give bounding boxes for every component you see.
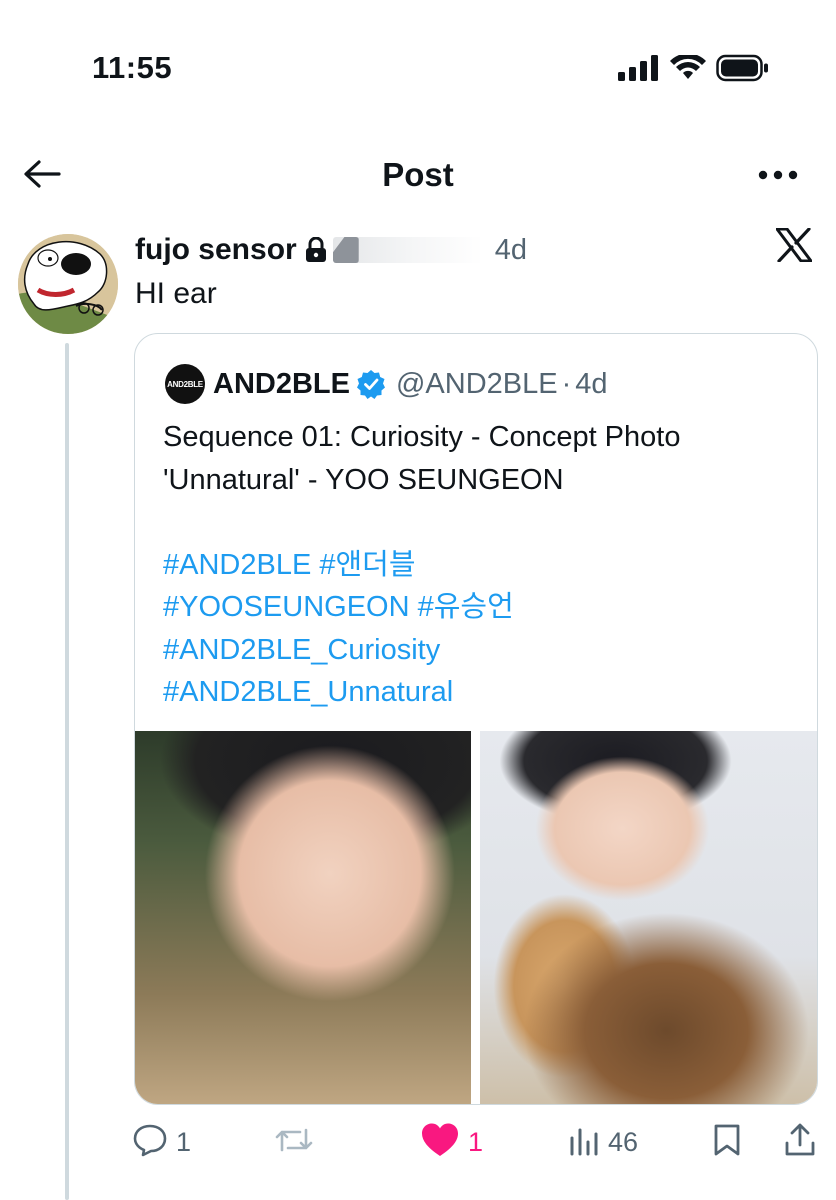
avatar[interactable]	[18, 234, 118, 334]
views-button[interactable]: 46	[568, 1120, 638, 1164]
signal-icon	[618, 55, 660, 81]
quoted-post[interactable]: AND2BLE AND2BLE @AND2BLE · 4d Sequence 0…	[134, 333, 818, 1105]
more-horizontal-icon	[758, 167, 798, 185]
post-time[interactable]: 4d	[495, 234, 527, 267]
status-icons	[618, 53, 770, 83]
hashtag-line: #AND2BLE_Unnatural	[163, 671, 803, 714]
like-count: 1	[468, 1126, 484, 1157]
reply-icon	[132, 1123, 168, 1162]
photo-2[interactable]	[480, 731, 817, 1104]
bookmark-icon	[712, 1123, 742, 1162]
media-grid	[135, 731, 817, 1104]
quoted-text: Sequence 01: Curiosity - Concept Photo '…	[163, 416, 803, 714]
hashtag-link[interactable]: #유승언	[418, 591, 514, 623]
verified-badge-icon	[356, 369, 386, 399]
hashtag-link[interactable]: #YOOSEUNGEON	[163, 591, 410, 623]
views-chart-icon	[568, 1124, 600, 1161]
like-button[interactable]: 1	[420, 1120, 483, 1164]
wifi-icon	[670, 55, 706, 81]
share-button[interactable]	[784, 1120, 816, 1164]
quoted-handle: @AND2BLE	[395, 367, 558, 400]
quoted-text-line: Sequence 01: Curiosity - Concept Photo	[163, 421, 681, 453]
photo-1[interactable]	[135, 731, 471, 1104]
repost-icon	[274, 1124, 314, 1161]
hashtag-link[interactable]: #AND2BLE_Curiosity	[163, 634, 440, 666]
quoted-post-header: AND2BLE AND2BLE @AND2BLE · 4d	[165, 364, 608, 404]
quoted-time: 4d	[575, 367, 608, 400]
hashtag-line: #AND2BLE #앤더블	[163, 544, 803, 587]
quoted-author-name[interactable]: AND2BLE	[213, 368, 350, 401]
hashtag-link[interactable]: #AND2BLE	[163, 549, 311, 581]
reply-count: 1	[176, 1126, 192, 1157]
heart-filled-icon	[420, 1122, 460, 1163]
quoted-avatar[interactable]: AND2BLE	[165, 364, 205, 404]
post-header: fujo sensor 4d	[135, 230, 527, 270]
post-text: HI ear	[135, 277, 217, 310]
repost-button[interactable]	[274, 1120, 322, 1164]
reply-button[interactable]: 1	[132, 1120, 191, 1164]
action-bar: 1 1 46	[132, 1120, 822, 1164]
thread-line	[65, 343, 69, 1200]
battery-icon	[716, 54, 770, 82]
hashtag-link[interactable]: #AND2BLE_Unnatural	[163, 676, 453, 708]
quoted-text-line: 'Unnatural' - YOO SEUNGEON	[163, 463, 564, 496]
author-name[interactable]: fujo sensor	[135, 233, 297, 267]
hashtag-line: #YOOSEUNGEON #유승언	[163, 586, 803, 629]
page-title: Post	[382, 156, 454, 193]
hashtag-link[interactable]: #앤더블	[319, 549, 415, 581]
redacted-handle	[332, 237, 483, 263]
lock-icon	[305, 237, 327, 263]
hashtag-line: #AND2BLE_Curiosity	[163, 629, 803, 672]
views-count: 46	[608, 1126, 639, 1157]
x-logo-icon	[775, 227, 818, 268]
status-time: 11:55	[92, 50, 173, 85]
separator-dot: ·	[561, 367, 572, 400]
share-icon	[784, 1123, 816, 1162]
more-button[interactable]	[754, 160, 802, 192]
bookmark-button[interactable]	[712, 1120, 742, 1164]
